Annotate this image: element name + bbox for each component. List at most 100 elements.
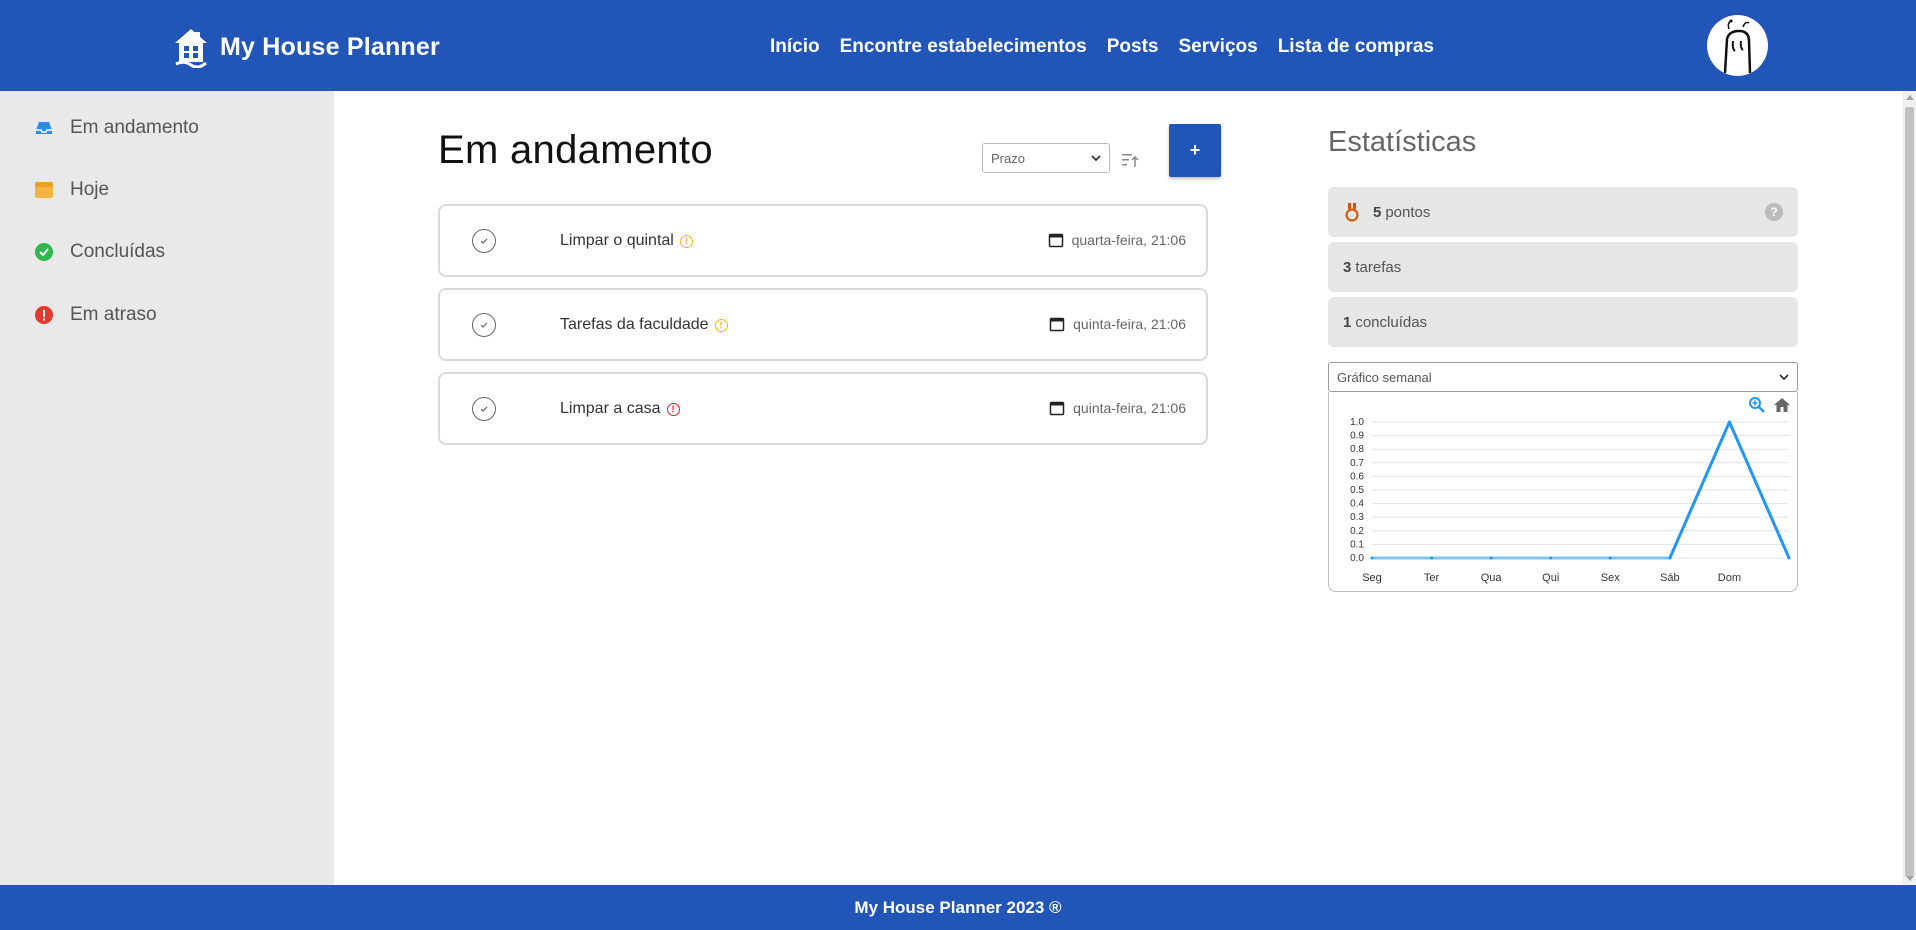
task-due-date: quarta-feira, 21:06 bbox=[1048, 232, 1186, 248]
task-card[interactable]: Limpar o quintal ! quarta-feira, 21:06 bbox=[438, 204, 1208, 277]
avatar-drawing-icon bbox=[1723, 19, 1752, 74]
chevron-down-icon bbox=[1091, 155, 1101, 162]
sort-direction-icon[interactable] bbox=[1121, 151, 1139, 169]
page-scrollbar[interactable] bbox=[1903, 91, 1916, 885]
alert-circle-icon bbox=[35, 306, 53, 324]
calendar-today-icon bbox=[35, 182, 53, 198]
complete-task-button[interactable] bbox=[472, 229, 496, 253]
calendar-icon bbox=[1049, 317, 1065, 332]
nav-inicio[interactable]: Início bbox=[770, 36, 820, 58]
task-card[interactable]: Tarefas da faculdade ! quinta-feira, 21:… bbox=[438, 288, 1208, 361]
sidebar-label: Em atraso bbox=[70, 304, 157, 325]
chart-select-value: Gráfico semanal bbox=[1337, 369, 1432, 385]
task-title-text: Limpar o quintal bbox=[560, 232, 674, 249]
priority-alert-icon: ! bbox=[666, 402, 680, 416]
sidebar-item-em-atraso[interactable]: Em atraso bbox=[34, 304, 157, 326]
brand[interactable]: My House Planner bbox=[172, 26, 440, 68]
nav-servicos[interactable]: Serviços bbox=[1178, 36, 1257, 58]
priority-alert-icon: ! bbox=[714, 318, 728, 332]
footer-text: My House Planner 2023 ® bbox=[854, 897, 1062, 917]
y-tick-label: 0.9 bbox=[1350, 431, 1364, 442]
y-tick-label: 1.0 bbox=[1350, 417, 1364, 428]
chart-type-select[interactable]: Gráfico semanal bbox=[1328, 362, 1798, 392]
footer: My House Planner 2023 ® bbox=[0, 885, 1916, 930]
sidebar-item-hoje[interactable]: Hoje bbox=[34, 179, 109, 201]
y-tick-label: 0.7 bbox=[1350, 458, 1364, 469]
data-point bbox=[1549, 556, 1553, 560]
scroll-up-icon[interactable] bbox=[1906, 95, 1914, 100]
task-due-date: quinta-feira, 21:06 bbox=[1049, 400, 1186, 416]
sidebar-label: Concluídas bbox=[70, 241, 166, 262]
sidebar-label: Hoje bbox=[70, 179, 110, 200]
x-tick-label: Qui bbox=[1542, 572, 1559, 584]
y-tick-label: 0.6 bbox=[1350, 471, 1364, 482]
user-avatar[interactable] bbox=[1707, 15, 1768, 76]
data-point bbox=[1608, 556, 1612, 560]
task-date-text: quinta-feira, 21:06 bbox=[1073, 400, 1186, 416]
nav-lista-compras[interactable]: Lista de compras bbox=[1278, 36, 1434, 58]
complete-task-button[interactable] bbox=[472, 397, 496, 421]
data-point bbox=[1668, 556, 1672, 560]
check-icon bbox=[480, 238, 488, 244]
stat-points-label: pontos bbox=[1385, 203, 1431, 221]
x-tick-label: Sex bbox=[1601, 572, 1620, 584]
add-task-button[interactable]: + bbox=[1169, 124, 1221, 177]
data-point bbox=[1370, 556, 1374, 560]
sidebar-item-em-andamento[interactable]: Em andamento bbox=[34, 117, 199, 139]
y-tick-label: 0.4 bbox=[1350, 499, 1364, 510]
data-point bbox=[1787, 556, 1791, 560]
stat-tasks: 3 tarefas bbox=[1328, 242, 1798, 292]
task-title: Limpar o quintal ! bbox=[560, 232, 693, 250]
task-title: Tarefas da faculdade ! bbox=[560, 316, 728, 334]
task-date-text: quarta-feira, 21:06 bbox=[1071, 232, 1186, 248]
sidebar: Em andamento Hoje Concluídas Em atraso bbox=[0, 91, 334, 885]
task-card[interactable]: Limpar a casa ! quinta-feira, 21:06 bbox=[438, 372, 1208, 445]
stat-tasks-label: tarefas bbox=[1355, 258, 1402, 276]
sidebar-item-concluidas[interactable]: Concluídas bbox=[34, 241, 165, 263]
nav-estabelecimentos[interactable]: Encontre estabelecimentos bbox=[840, 36, 1087, 58]
sort-select[interactable]: Prazo bbox=[982, 143, 1110, 173]
x-tick-label: Sáb bbox=[1660, 572, 1680, 584]
zoom-in-icon[interactable] bbox=[1748, 396, 1766, 414]
brand-name: My House Planner bbox=[220, 32, 440, 61]
complete-task-button[interactable] bbox=[472, 313, 496, 337]
stat-points: 5 pontos ? bbox=[1328, 187, 1798, 237]
y-tick-label: 0.2 bbox=[1350, 526, 1364, 537]
main-nav: Início Encontre estabelecimentos Posts S… bbox=[770, 36, 1434, 58]
house-logo-icon bbox=[175, 29, 207, 68]
stats-title: Estatísticas bbox=[1328, 126, 1477, 158]
stat-tasks-value: 3 bbox=[1343, 258, 1352, 276]
calendar-icon bbox=[1048, 233, 1063, 248]
stat-completed: 1 concluídas bbox=[1328, 297, 1798, 347]
page-title: Em andamento bbox=[438, 128, 713, 172]
weekly-chart: 0.0 0.1 0.2 0.3 0.4 0.5 0.6 0.7 0.8 0.9 1.0 Seg Ter Q… bbox=[1328, 392, 1798, 592]
x-tick-label: Qua bbox=[1481, 572, 1503, 584]
home-reset-icon[interactable] bbox=[1773, 396, 1791, 414]
data-point bbox=[1430, 556, 1434, 560]
y-tick-label: 0.5 bbox=[1350, 485, 1364, 496]
x-tick-label: Seg bbox=[1362, 572, 1382, 584]
scroll-thumb[interactable] bbox=[1905, 107, 1914, 877]
x-tick-label: Dom bbox=[1718, 572, 1741, 584]
priority-alert-icon: ! bbox=[679, 234, 693, 248]
medal-icon bbox=[1345, 203, 1359, 222]
top-navbar: My House Planner Início Encontre estabel… bbox=[0, 0, 1916, 91]
y-tick-label: 0.8 bbox=[1350, 444, 1364, 455]
stat-completed-value: 1 bbox=[1343, 313, 1352, 331]
chevron-down-icon bbox=[1779, 374, 1789, 381]
task-title-text: Limpar a casa bbox=[560, 400, 661, 417]
sort-select-value: Prazo bbox=[991, 150, 1025, 166]
sidebar-label: Em andamento bbox=[70, 117, 199, 138]
calendar-icon bbox=[1049, 401, 1065, 416]
nav-posts[interactable]: Posts bbox=[1107, 36, 1159, 58]
y-tick-label: 0.3 bbox=[1350, 512, 1364, 523]
task-date-text: quinta-feira, 21:06 bbox=[1073, 316, 1186, 332]
stat-points-value: 5 bbox=[1373, 203, 1382, 221]
x-tick-label: Ter bbox=[1424, 572, 1440, 584]
check-circle-icon bbox=[35, 243, 53, 261]
help-icon[interactable]: ? bbox=[1765, 203, 1783, 221]
stat-completed-label: concluídas bbox=[1355, 313, 1428, 331]
scroll-down-icon[interactable] bbox=[1906, 876, 1914, 881]
data-point bbox=[1727, 420, 1731, 424]
chart-plot: 0.0 0.1 0.2 0.3 0.4 0.5 0.6 0.7 0.8 0.9 1.0 Seg Ter Q… bbox=[1350, 417, 1791, 584]
